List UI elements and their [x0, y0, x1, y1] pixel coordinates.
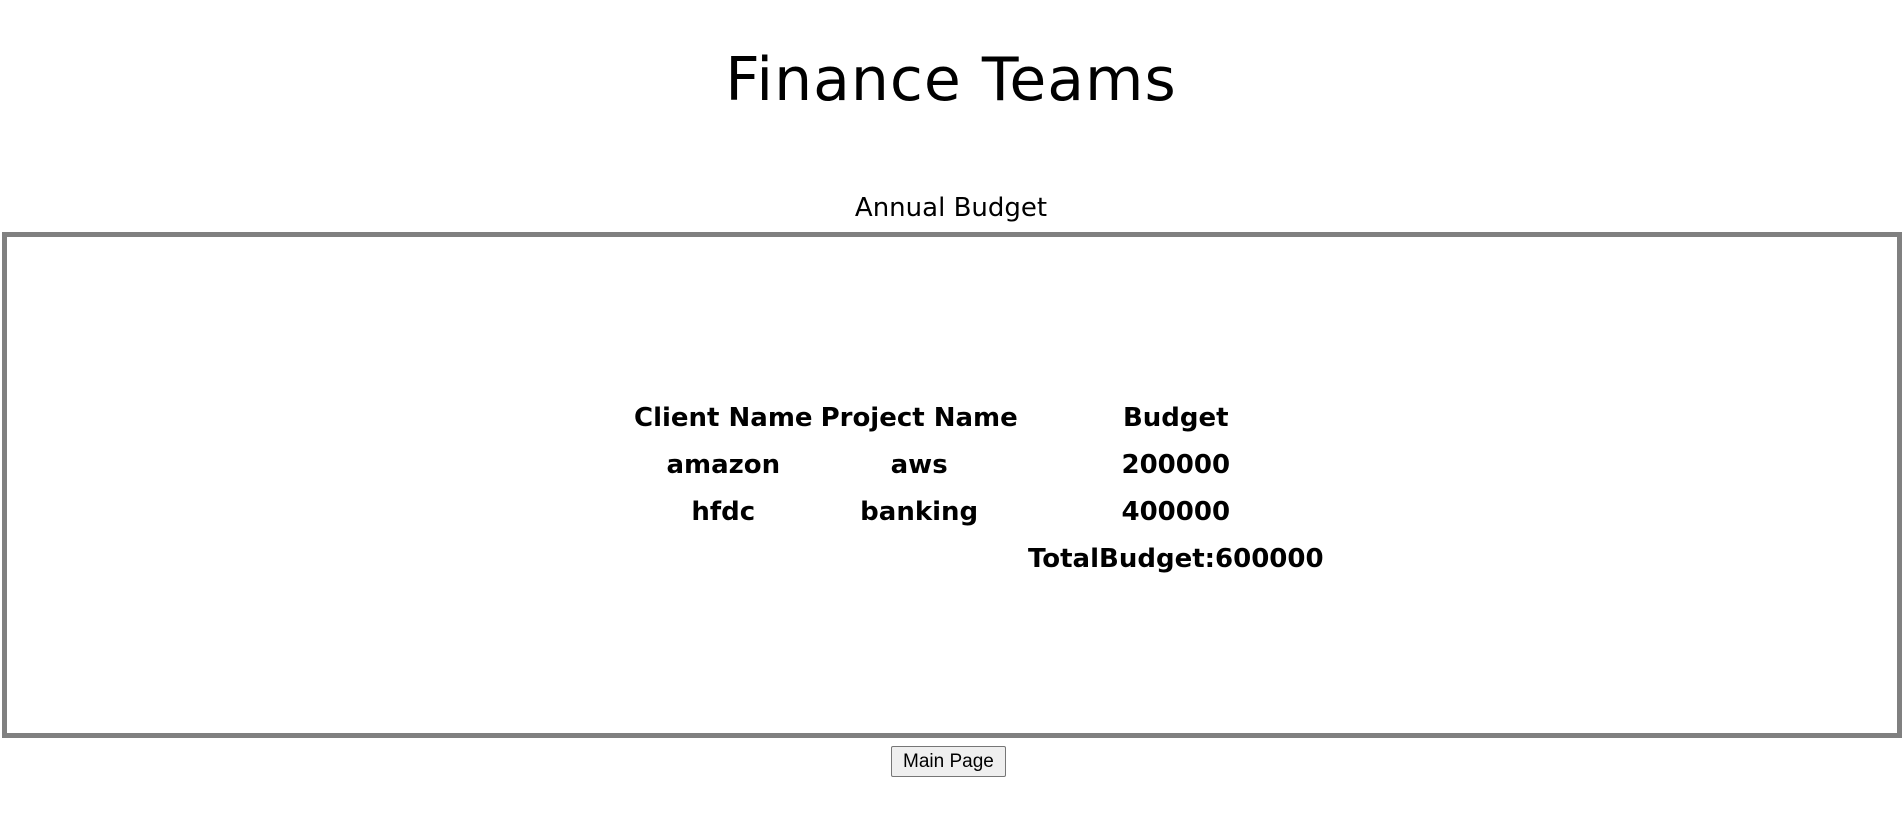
- cell-client-name: amazon: [666, 450, 781, 480]
- cell-project-name: banking: [860, 497, 979, 527]
- total-budget: TotalBudget:600000: [1027, 544, 1324, 574]
- page-title: Finance Teams: [725, 45, 1177, 115]
- empty-cell: [632, 541, 815, 578]
- total-row: TotalBudget:600000: [632, 541, 1328, 578]
- cell-budget: 200000: [1121, 450, 1231, 480]
- column-header-client-name: Client Name: [634, 403, 813, 433]
- cell-budget: 400000: [1121, 497, 1231, 527]
- table-row: amazon aws 200000: [632, 447, 1328, 484]
- table-row: hfdc banking 400000: [632, 494, 1328, 531]
- empty-cell: [819, 541, 1020, 578]
- cell-client-name: hfdc: [691, 497, 756, 527]
- column-header-budget: Budget: [1122, 403, 1229, 433]
- cell-project-name: aws: [890, 450, 948, 480]
- column-header-project-name: Project Name: [820, 403, 1018, 433]
- table-header-row: Client Name Project Name Budget: [632, 400, 1328, 437]
- page: Finance Teams Annual Budget Client Name …: [0, 0, 1902, 818]
- section-title: Annual Budget: [854, 193, 1048, 223]
- main-page-button[interactable]: Main Page: [891, 746, 1006, 777]
- budget-table: Client Name Project Name Budget amazon a…: [628, 390, 1332, 588]
